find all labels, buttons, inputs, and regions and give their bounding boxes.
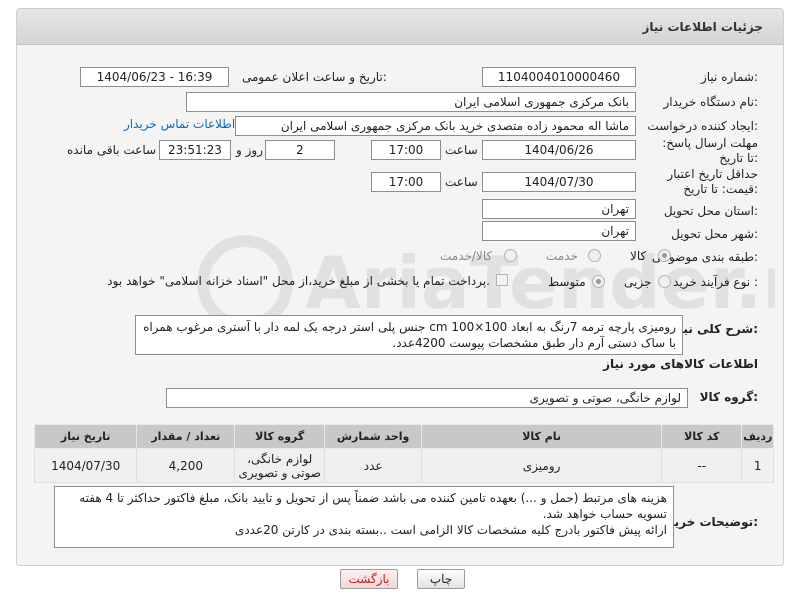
goods-table: ردیف کد کالا نام کالا واحد شمارش گروه کا… [33,424,774,483]
process-medium-radio[interactable] [592,275,605,288]
buyer-org-label: نام دستگاه خریدار: [663,95,759,109]
col-header-row: ردیف [741,424,774,449]
subject-goods-radio[interactable] [658,249,671,262]
day-and-label: روز و [236,143,263,157]
province-label: استان محل تحویل: [663,204,758,218]
need-number-label: شماره نیاز: [700,70,758,84]
table-header-row: ردیف کد کالا نام کالا واحد شمارش گروه کا… [33,424,774,449]
col-header-code: کد کالا [661,424,743,449]
reply-days-field: 2 [265,140,335,160]
reply-time-field: 17:00 [371,140,441,160]
table-row: 1 -- رومیزی عدد لوازم خانگی، صوتی و تصوی… [33,448,774,483]
remaining-label: ساعت باقی مانده [67,143,157,157]
process-type-label: نوع فرآیند خرید : [673,275,758,289]
price-time-field: 17:00 [371,172,441,192]
requester-label: ایجاد کننده درخواست: [647,119,758,133]
subject-service-radio[interactable] [588,249,601,262]
cell-code: -- [661,448,743,483]
cell-date: 1404/07/30 [33,448,138,483]
buyer-contact-link[interactable]: اطلاعات تماس خریدار [124,117,235,131]
treasury-payment-note: پرداخت تمام یا بخشی از مبلغ خرید،از محل … [107,274,490,288]
back-button[interactable]: بازگشت [340,569,398,589]
remaining-time-field: 23:51:23 [159,140,231,160]
cell-name: رومیزی [421,448,663,483]
buyer-org-field: بانک مرکزی جمهوری اسلامی ایران [186,92,636,112]
goods-info-title: اطلاعات کالاهای مورد نیاز [603,357,758,371]
subject-service-label: خدمت [546,249,578,263]
col-header-qty: تعداد / مقدار [136,424,236,449]
panel-title: جزئیات اطلاعات نیاز [642,20,763,34]
col-header-date: تاریخ نیاز [33,424,138,449]
reply-deadline-label: مهلت ارسال پاسخ: تا تاریخ: [662,136,758,165]
goods-group-field: لوازم خانگی، صوتی و تصویری [166,388,688,408]
cell-unit: عدد [324,448,423,483]
cell-row-number: 1 [741,448,774,483]
announce-datetime-label: تاریخ و ساعت اعلان عمومی: [242,70,387,84]
treasury-payment-checkbox[interactable] [496,274,508,286]
process-minor-label: جزیی [624,275,652,289]
price-validity-label: حداقل تاریخ اعتبار قیمت: تا تاریخ: [667,167,758,196]
reply-time-label: ساعت [445,143,478,157]
subject-goods-service-label: کالا/خدمت [440,249,493,263]
panel-header: جزئیات اطلاعات نیاز [17,9,783,45]
process-medium-label: متوسط [548,275,586,289]
price-date-field: 1404/07/30 [482,172,636,192]
col-header-unit: واحد شمارش [324,424,423,449]
goods-group-label: گروه کالا: [699,390,758,404]
subject-goods-service-radio[interactable] [504,249,517,262]
city-label: شهر محل تحویل: [671,227,758,241]
announce-datetime-field: 1404/06/23 - 16:39 [80,67,229,87]
print-button[interactable]: چاپ [417,569,465,589]
general-desc-label: شرح کلی نیاز: [672,322,758,336]
col-header-name: نام کالا [421,424,663,449]
province-field: تهران [482,199,636,219]
need-number-field: 1104004010000460 [482,67,636,87]
reply-date-field: 1404/06/26 [482,140,636,160]
process-minor-radio[interactable] [658,275,671,288]
subject-goods-label: کالا [630,249,647,263]
price-time-label: ساعت [445,175,478,189]
buyer-notes-text: هزینه های مرتبط (حمل و ...) بعهده تامین … [54,486,674,548]
general-desc-text: رومیزی پارچه ترمه 7رنگ به ابعاد 100×100 … [135,315,683,355]
cell-group: لوازم خانگی، صوتی و تصویری [234,448,326,483]
requester-field: ماشا اله محمود زاده متصدی خرید بانک مرکز… [235,116,636,136]
cell-qty: 4,200 [136,448,236,483]
city-field: تهران [482,221,636,241]
col-header-group: گروه کالا [234,424,326,449]
